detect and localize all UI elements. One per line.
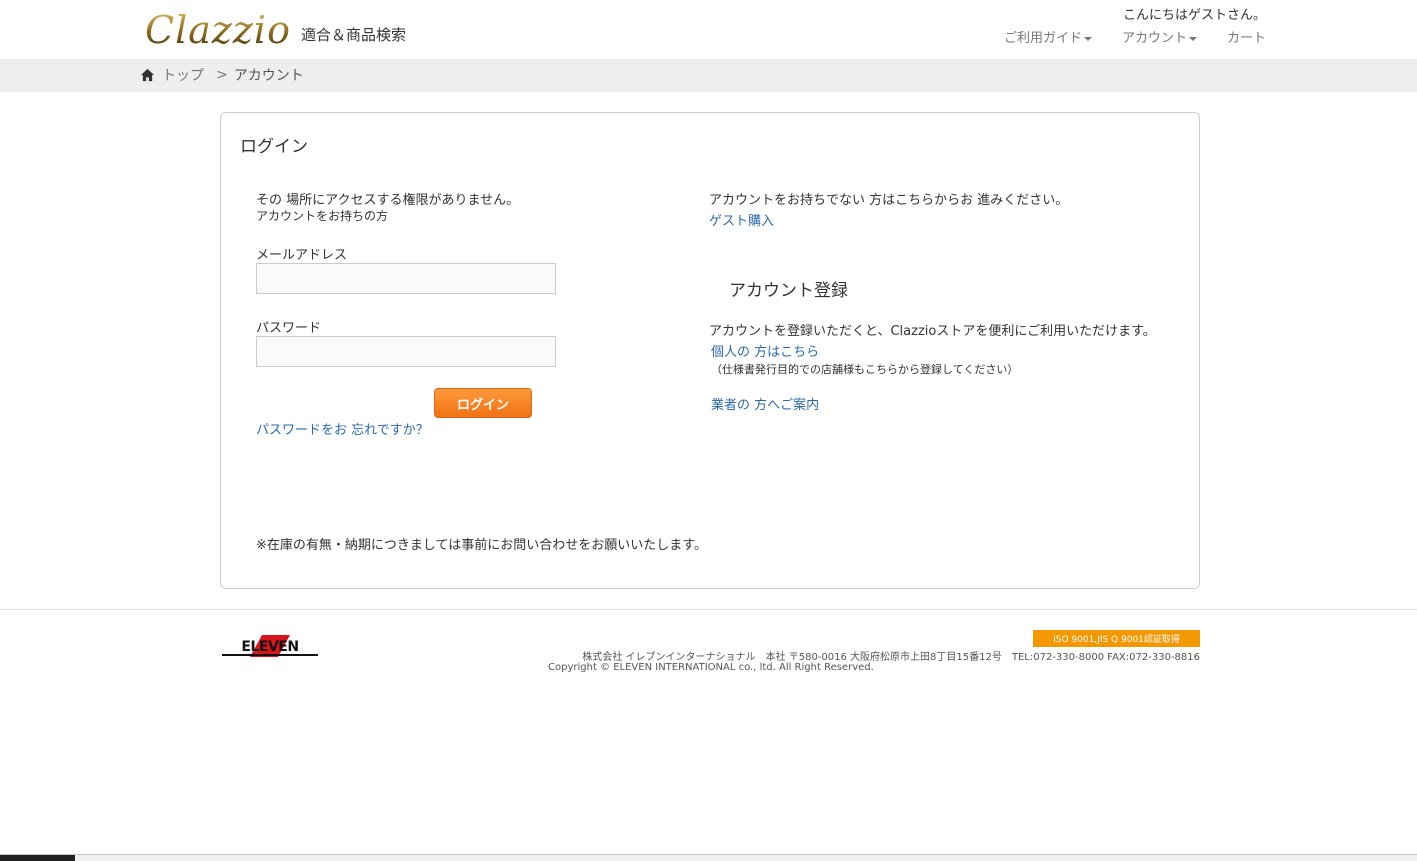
personal-register-link[interactable]: 個人の 方はこちら [711, 341, 819, 360]
nav-guide-dropdown[interactable]: ご利用ガイド [1004, 27, 1092, 46]
stock-notice: ※在庫の有無・納期につきましては事前にお問い合わせをお願いいたします。 [256, 538, 707, 553]
guest-message: アカウントをお持ちでない 方はこちらからお 進みください。 [709, 193, 1069, 208]
greeting-text: こんにちはゲストさん。 [1122, 8, 1266, 23]
nav-account-dropdown[interactable]: アカウント [1122, 27, 1197, 46]
bottom-scrollbar-thumb[interactable] [0, 855, 75, 861]
register-title: アカウント登録 [729, 281, 848, 301]
breadcrumb-separator: > [216, 67, 228, 83]
nav-cart-link[interactable]: カート [1227, 27, 1266, 46]
register-message: アカウントを登録いただくと、Clazzioストアを便利にご利用いただけます。 [709, 324, 1156, 339]
caret-down-icon [1083, 36, 1092, 41]
nav-guide-label: ご利用ガイド [1003, 31, 1082, 46]
email-field[interactable] [256, 263, 556, 294]
personal-register-note: （仕様書発行目的での店舗様もこちらから登録してください） [711, 363, 1019, 376]
copyright: Copyright © ELEVEN INTERNATIONAL co., lt… [548, 662, 874, 673]
breadcrumb: トップ > アカウント [140, 65, 304, 85]
bottom-scrollbar[interactable] [0, 854, 1417, 861]
login-button[interactable]: ログイン [434, 388, 532, 418]
footer-divider [0, 609, 1417, 610]
page-title: ログイン [240, 137, 308, 157]
breadcrumb-home[interactable]: トップ [162, 65, 204, 85]
home-icon[interactable] [140, 68, 155, 82]
eleven-logo: ELEVEN [222, 635, 318, 657]
iso-badge: ISO 9001,JIS Q 9001認証取得 [1033, 630, 1200, 647]
site-header: Clazzio 適合＆商品検索 こんにちはゲストさん。 ご利用ガイド アカウント… [0, 0, 1417, 59]
site-logo[interactable]: Clazzio 適合＆商品検索 [145, 8, 406, 52]
breadcrumb-bar: トップ > アカウント [0, 59, 1417, 92]
login-panel: ログイン その 場所にアクセスする権限がありません。 アカウントをお持ちの方 メ… [220, 112, 1200, 589]
breadcrumb-current: アカウント [233, 68, 304, 84]
business-info-link[interactable]: 業者の 方へご案内 [711, 394, 819, 413]
company-info: 株式会社 イレブンインターナショナル 本社 〒580-0016 大阪府松原市上田… [582, 652, 1200, 663]
has-account-message: アカウントをお持ちの方 [256, 209, 389, 223]
nav-account-label: アカウント [1121, 31, 1187, 46]
guest-purchase-link[interactable]: ゲスト購入 [709, 210, 774, 229]
logo-wordmark: Clazzio [145, 8, 291, 52]
password-field[interactable] [256, 336, 556, 367]
email-label: メールアドレス [256, 248, 348, 263]
eleven-logo-text: ELEVEN [241, 639, 298, 655]
password-label: パスワード [256, 321, 322, 336]
no-access-message: その 場所にアクセスする権限がありません。 [256, 193, 520, 208]
logo-subtitle: 適合＆商品検索 [300, 26, 406, 44]
forgot-password-link[interactable]: パスワードをお 忘れですか？ [256, 419, 429, 438]
caret-down-icon [1188, 36, 1197, 41]
top-nav: ご利用ガイド アカウント カート [1004, 27, 1266, 46]
